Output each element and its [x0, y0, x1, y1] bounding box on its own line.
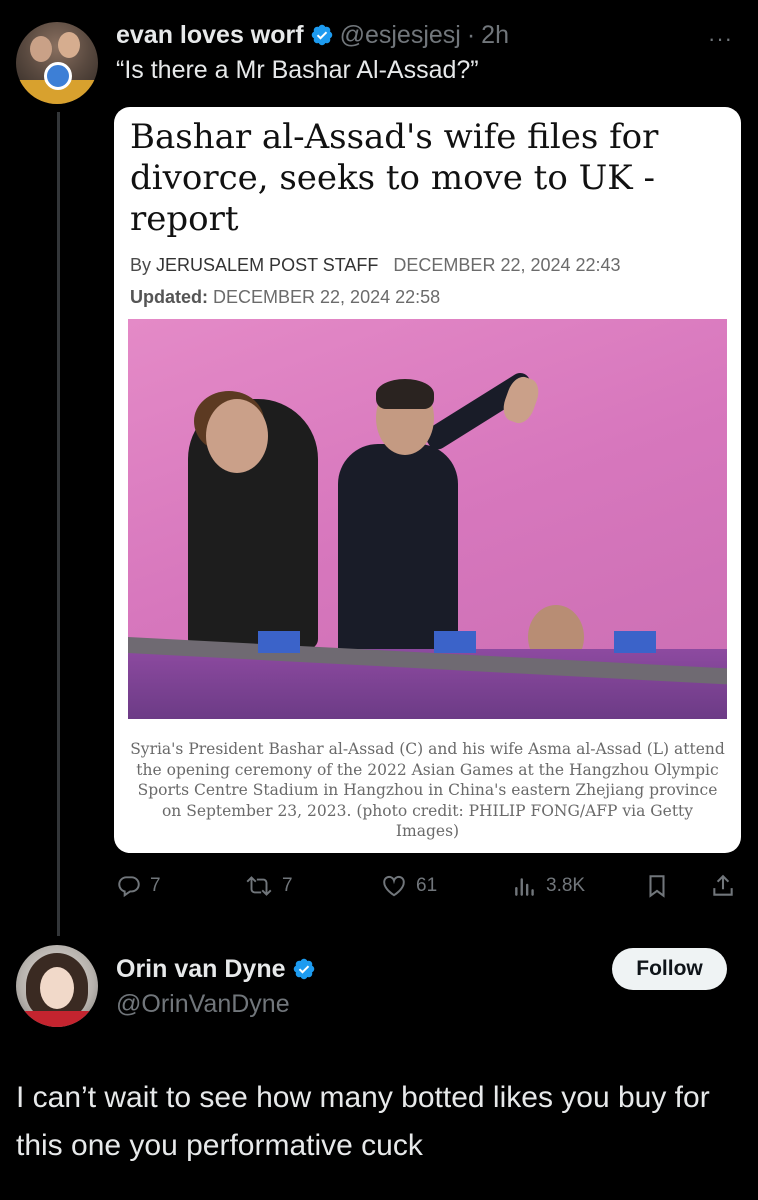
more-icon[interactable]: ··· — [708, 26, 733, 52]
article-photo — [128, 319, 727, 719]
reply-icon — [118, 876, 140, 898]
reply-header: Orin van Dyne — [116, 952, 316, 986]
author-name[interactable]: evan loves worf — [116, 21, 304, 50]
reply-button[interactable]: 7 — [116, 870, 161, 902]
photo-caption: Syria's President Bashar al-Assad (C) an… — [130, 740, 725, 840]
views-button[interactable]: 3.8K — [512, 870, 585, 902]
share-icon — [713, 874, 733, 896]
views-icon — [515, 878, 534, 896]
article-byline: By JERUSALEM POST STAFF DECEMBER 22, 202… — [130, 255, 621, 276]
repost-button[interactable]: 7 — [244, 870, 293, 902]
views-count: 3.8K — [546, 875, 586, 896]
updated-date: DECEMBER 22, 2024 22:58 — [213, 287, 441, 307]
byline-prefix: By — [130, 255, 152, 275]
reply-author-avatar[interactable] — [16, 945, 98, 1027]
like-count: 61 — [416, 875, 438, 896]
separator: · — [466, 20, 476, 49]
reply-author-handle[interactable]: @OrinVanDyne — [116, 990, 290, 1019]
reply-author-name[interactable]: Orin van Dyne — [116, 955, 286, 984]
repost-icon — [246, 876, 272, 896]
published-date: DECEMBER 22, 2024 22:43 — [393, 255, 621, 275]
reply-count: 7 — [150, 875, 161, 896]
tweet-text: “Is there a Mr Bashar Al-Assad?” — [116, 56, 479, 84]
bookmark-icon — [649, 875, 665, 898]
article-headline: Bashar al-Assad's wife files for divorce… — [130, 117, 659, 239]
thread-line — [57, 112, 60, 936]
bookmark-button[interactable] — [644, 870, 670, 902]
article-updated: Updated: DECEMBER 22, 2024 22:58 — [130, 287, 440, 308]
like-button[interactable]: 61 — [380, 870, 437, 902]
article-card[interactable]: Bashar al-Assad's wife files for divorce… — [114, 107, 741, 853]
share-button[interactable] — [710, 870, 736, 902]
author-handle[interactable]: @esjesjesj — [340, 21, 461, 50]
like-icon — [383, 875, 405, 897]
author-avatar[interactable] — [16, 22, 98, 104]
verified-badge-icon — [311, 24, 332, 46]
follow-button[interactable]: Follow — [612, 948, 727, 990]
tweet-time[interactable]: 2h — [481, 21, 509, 50]
tweet-header: evan loves worf @esjesjesj · 2h — [116, 18, 509, 52]
byline-author: JERUSALEM POST STAFF — [156, 255, 379, 275]
repost-count: 7 — [282, 875, 293, 896]
reply-text: I can’t wait to see how many botted like… — [16, 1081, 710, 1162]
updated-label: Updated: — [130, 287, 208, 307]
verified-badge-icon — [293, 958, 314, 980]
